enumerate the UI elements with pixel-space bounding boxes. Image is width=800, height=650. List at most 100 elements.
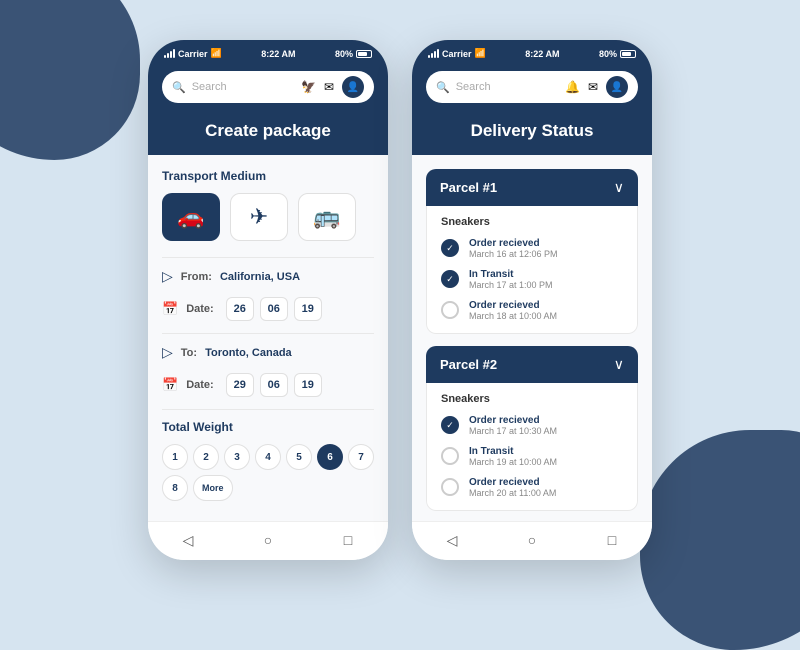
timeline-icon-1-3 [441, 301, 459, 319]
timeline-icon-2-3 [441, 478, 459, 496]
parcel-2-item: Sneakers [441, 393, 623, 405]
page-title-bar-1: Create package [148, 113, 388, 155]
recent-button-2[interactable]: □ [602, 530, 622, 550]
parcel-2-chevron: ∨ [614, 356, 624, 373]
from-day[interactable]: 26 [226, 297, 254, 321]
timeline-item-2-2: In Transit March 19 at 10:00 AM [441, 446, 623, 467]
back-button-2[interactable]: ◁ [442, 530, 462, 550]
parcel-1-header[interactable]: Parcel #1 ∨ [426, 169, 638, 206]
bell-icon-2[interactable]: 🔔 [565, 80, 580, 94]
signal-bar-2-1 [428, 55, 430, 58]
status-time-1: 8:22 AM [261, 49, 295, 59]
avatar-2[interactable]: 👤 [606, 76, 628, 98]
phone-create-package: Carrier 📶 8:22 AM 80% 🔍 Search 🦅 ✉ [148, 40, 388, 560]
from-value: California, USA [220, 271, 300, 283]
from-year[interactable]: 19 [294, 297, 322, 321]
timeline-item-2-1: ✓ Order recieved March 17 at 10:30 AM [441, 415, 623, 436]
weight-more[interactable]: More [193, 475, 233, 501]
from-location-icon: ▷ [162, 268, 173, 285]
signal-bar-2-2 [431, 53, 433, 58]
weight-1[interactable]: 1 [162, 444, 188, 470]
parcel-2-body: Sneakers ✓ Order recieved March 17 at 10… [426, 383, 638, 511]
from-label: From: [181, 271, 212, 283]
weight-6[interactable]: 6 [317, 444, 343, 470]
timeline-icon-2-1: ✓ [441, 416, 459, 434]
decorative-blob-top-left [0, 0, 140, 160]
back-button-1[interactable]: ◁ [178, 530, 198, 550]
bus-icon: 🚌 [313, 204, 340, 230]
timeline-item-2-3: Order recieved March 20 at 11:00 AM [441, 477, 623, 498]
status-carrier-1: Carrier 📶 [164, 48, 222, 59]
weight-5[interactable]: 5 [286, 444, 312, 470]
to-month[interactable]: 06 [260, 373, 288, 397]
weight-2[interactable]: 2 [193, 444, 219, 470]
parcel-1-body: Sneakers ✓ Order recieved March 16 at 12… [426, 206, 638, 334]
timeline-info-2-1: Order recieved March 17 at 10:30 AM [469, 415, 557, 436]
timeline-date-2-1: March 17 at 10:30 AM [469, 426, 557, 436]
phone-content-1: Transport Medium 🚗 ✈ 🚌 ▷ From: Californi… [148, 155, 388, 521]
decorative-blob-bottom-right [640, 430, 800, 650]
calendar-icon-1: 📅 [162, 301, 178, 317]
battery-fill-2 [622, 52, 631, 56]
bell-icon-1[interactable]: 🦅 [301, 80, 316, 94]
battery-body-2 [620, 50, 636, 58]
page-title-bar-2: Delivery Status [412, 113, 652, 155]
to-date-boxes: 29 06 19 [226, 373, 322, 397]
to-year[interactable]: 19 [294, 373, 322, 397]
mail-icon-1[interactable]: ✉ [324, 80, 334, 94]
recent-button-1[interactable]: □ [338, 530, 358, 550]
home-button-1[interactable]: ○ [258, 530, 278, 550]
plane-icon: ✈ [250, 204, 268, 230]
timeline-info-2-2: In Transit March 19 at 10:00 AM [469, 446, 557, 467]
battery-fill-1 [358, 52, 367, 56]
to-label: To: [181, 347, 197, 359]
signal-bars-2 [428, 49, 439, 58]
timeline-date-1-3: March 18 at 10:00 AM [469, 311, 557, 321]
timeline-title-1-1: Order recieved [469, 238, 558, 249]
transport-plane[interactable]: ✈ [230, 193, 288, 241]
search-placeholder-2: Search [456, 81, 559, 93]
battery-percent-1: 80% [335, 49, 353, 59]
from-date-boxes: 26 06 19 [226, 297, 322, 321]
avatar-1[interactable]: 👤 [342, 76, 364, 98]
weight-4[interactable]: 4 [255, 444, 281, 470]
search-bar-2[interactable]: 🔍 Search 🔔 ✉ 👤 [426, 71, 638, 103]
timeline-info-2-3: Order recieved March 20 at 11:00 AM [469, 477, 556, 498]
transport-bus[interactable]: 🚌 [298, 193, 356, 241]
timeline-date-2-2: March 19 at 10:00 AM [469, 457, 557, 467]
bottom-nav-1: ◁ ○ □ [148, 521, 388, 560]
weight-8[interactable]: 8 [162, 475, 188, 501]
from-month[interactable]: 06 [260, 297, 288, 321]
search-bar-icons-2: 🔔 ✉ 👤 [565, 76, 628, 98]
signal-bar-2-3 [434, 51, 436, 58]
transport-car[interactable]: 🚗 [162, 193, 220, 241]
mail-icon-2[interactable]: ✉ [588, 80, 598, 94]
phone-header-1: 🔍 Search 🦅 ✉ 👤 [148, 65, 388, 113]
timeline-title-1-3: Order recieved [469, 300, 557, 311]
page-title-2: Delivery Status [426, 121, 638, 141]
to-date-row: 📅 Date: 29 06 19 [162, 373, 374, 397]
calendar-icon-2: 📅 [162, 377, 178, 393]
parcel-2-header[interactable]: Parcel #2 ∨ [426, 346, 638, 383]
parcel-2: Parcel #2 ∨ Sneakers ✓ Order recieved Ma… [426, 346, 638, 511]
weight-3[interactable]: 3 [224, 444, 250, 470]
carrier-label-1: Carrier [178, 49, 208, 59]
search-placeholder-1: Search [192, 81, 295, 93]
phone-header-2: 🔍 Search 🔔 ✉ 👤 [412, 65, 652, 113]
from-row: ▷ From: California, USA [162, 268, 374, 285]
from-date-row: 📅 Date: 26 06 19 [162, 297, 374, 321]
home-button-2[interactable]: ○ [522, 530, 542, 550]
status-bar-2: Carrier 📶 8:22 AM 80% [412, 40, 652, 65]
weight-label: Total Weight [162, 420, 374, 434]
parcel-1-title: Parcel #1 [440, 180, 497, 195]
status-battery-1: 80% [335, 49, 372, 59]
weight-7[interactable]: 7 [348, 444, 374, 470]
timeline-item-1-3: Order recieved March 18 at 10:00 AM [441, 300, 623, 321]
avatar-icon-2: 👤 [611, 82, 623, 93]
status-carrier-2: Carrier 📶 [428, 48, 486, 59]
search-bar-1[interactable]: 🔍 Search 🦅 ✉ 👤 [162, 71, 374, 103]
weight-section: Total Weight 1 2 3 4 5 6 7 8 More [162, 420, 374, 501]
signal-bar-1 [164, 55, 166, 58]
phones-container: Carrier 📶 8:22 AM 80% 🔍 Search 🦅 ✉ [148, 40, 652, 560]
to-day[interactable]: 29 [226, 373, 254, 397]
